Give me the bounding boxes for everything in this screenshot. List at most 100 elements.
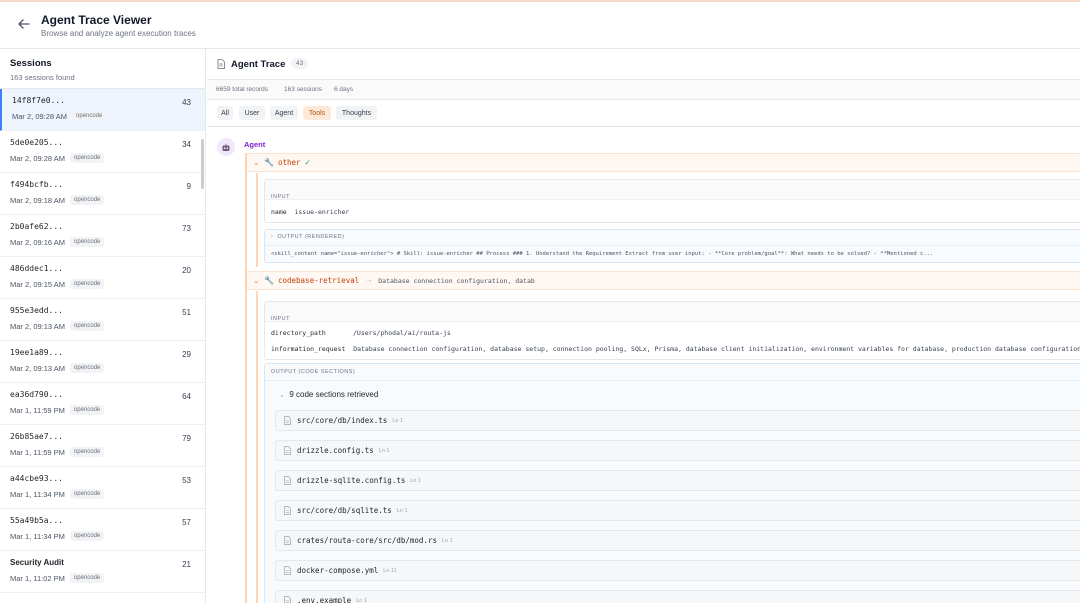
- tool1-output-box: › OUTPUT (RENDERED) <skill_content name=…: [264, 229, 1080, 263]
- stat-days: 6 days: [334, 86, 354, 93]
- param-key: name: [271, 208, 287, 216]
- trace-header: Agent Trace 43: [207, 49, 1080, 80]
- code-section-item[interactable]: src/core/db/sqlite.ts Ln 1: [275, 500, 1080, 521]
- code-file-path: crates/routa-core/src/db/mod.rs: [297, 536, 437, 545]
- session-source-tag: opencode: [69, 573, 105, 583]
- param-key: directory_path: [271, 329, 326, 337]
- session-date: Mar 1, 11:59 PM: [10, 447, 65, 457]
- file-icon: [284, 566, 291, 575]
- param-value: issue-enricher: [294, 208, 350, 216]
- sessions-count: 163 sessions found: [10, 73, 75, 82]
- app-title: Agent Trace Viewer: [41, 13, 152, 27]
- output-rendered-text: <skill_content name="issue-enricher"> # …: [271, 251, 934, 257]
- session-list: 14f8f7e0... 43 Mar 2, 09:28 AM opencode 5de0…: [0, 89, 205, 593]
- stats-bar: 6659 total records 163 sessions 6 days: [207, 80, 1080, 100]
- code-line-number: Ln 1: [356, 597, 367, 603]
- trace-count-badge: 43: [291, 58, 309, 69]
- session-source-tag: opencode: [69, 405, 105, 415]
- session-source-tag: opencode: [69, 489, 105, 499]
- code-section-item[interactable]: drizzle.config.ts Ln 1: [275, 440, 1080, 461]
- session-item[interactable]: 55a49b5a... 57 Mar 1, 11:34 PM opencode: [0, 509, 205, 551]
- code-file-path: drizzle-sqlite.config.ts: [297, 476, 406, 485]
- code-line-number: Ln 11: [383, 567, 397, 574]
- code-line-number: Ln 1: [396, 507, 408, 514]
- session-message-count: 57: [182, 518, 191, 527]
- session-item[interactable]: a44cbe93... 53 Mar 1, 11:34 PM opencode: [0, 467, 205, 509]
- session-date: Mar 1, 11:34 PM: [10, 489, 65, 499]
- chevron-down-icon: ⌄: [279, 392, 285, 399]
- code-section-item[interactable]: crates/routa-core/src/db/mod.rs Ln 1: [275, 530, 1080, 551]
- session-id: ea36d790...: [10, 390, 63, 399]
- session-item[interactable]: 14f8f7e0... 43 Mar 2, 09:28 AM opencode: [0, 89, 205, 131]
- session-id: 26b85ae7...: [10, 432, 63, 441]
- session-message-count: 51: [182, 308, 191, 317]
- session-message-count: 53: [182, 476, 191, 485]
- agent-avatar: [217, 138, 235, 156]
- session-message-count: 64: [182, 392, 191, 401]
- session-source-tag: opencode: [70, 153, 105, 163]
- tool-name: codebase-retrieval: [277, 276, 360, 285]
- session-item[interactable]: f494bcfb... 9 Mar 2, 09:18 AM opencode: [0, 173, 205, 215]
- session-id: 19ee1a89...: [10, 348, 63, 357]
- output-toggle[interactable]: › OUTPUT (RENDERED): [271, 234, 344, 240]
- session-id: 55a49b5a...: [10, 516, 63, 525]
- tool1-input-box: INPUT name issue-enricher: [264, 179, 1080, 223]
- session-meta: Mar 1, 11:02 PM opencode: [10, 573, 195, 583]
- file-icon: [284, 446, 291, 455]
- tool-call-codebase-retrieval[interactable]: ⌄ 🔧 codebase-retrieval → Database connec…: [247, 271, 1080, 290]
- code-line-number: Ln 1: [410, 477, 422, 484]
- file-icon: [284, 416, 291, 425]
- session-id: Security Audit: [10, 558, 64, 567]
- filter-thoughts[interactable]: Thoughts: [336, 106, 377, 120]
- session-item[interactable]: Security Audit 21 Mar 1, 11:02 PM opencode: [0, 551, 205, 593]
- session-message-count: 20: [182, 266, 191, 275]
- session-item[interactable]: 2b0afe62... 73 Mar 2, 09:16 AM opencode: [0, 215, 205, 257]
- session-item[interactable]: 5de0e205... 34 Mar 2, 09:28 AM opencode: [0, 131, 205, 173]
- code-section-item[interactable]: docker-compose.yml Ln 11: [275, 560, 1080, 581]
- sections-summary: 9 code sections retrieved: [289, 390, 379, 399]
- tool-name: other: [277, 158, 301, 167]
- session-item[interactable]: 26b85ae7... 79 Mar 1, 11:59 PM opencode: [0, 425, 205, 467]
- session-date: Mar 1, 11:34 PM: [10, 531, 65, 541]
- session-meta: Mar 1, 11:59 PM opencode: [10, 447, 195, 457]
- param-value: /Users/phodal/ai/routa-js: [353, 329, 451, 337]
- session-meta: Mar 1, 11:34 PM opencode: [10, 531, 195, 541]
- session-date: Mar 1, 11:02 PM: [10, 573, 65, 583]
- input-param-request: information_request Database connection …: [271, 345, 1080, 353]
- code-section-item[interactable]: src/core/db/index.ts Ln 1: [275, 410, 1080, 431]
- sessions-header: Sessions 163 sessions found: [0, 49, 205, 89]
- code-file-path: drizzle.config.ts: [297, 446, 374, 455]
- session-date: Mar 2, 09:28 AM: [12, 111, 68, 121]
- sessions-title: Sessions: [10, 58, 52, 69]
- filter-all[interactable]: All: [217, 106, 233, 120]
- session-id: 2b0afe62...: [10, 222, 63, 231]
- filter-tools[interactable]: Tools: [303, 106, 331, 120]
- code-file-path: docker-compose.yml: [297, 566, 379, 575]
- sidebar-scrollbar[interactable]: [201, 139, 204, 189]
- session-meta: Mar 2, 09:28 AM opencode: [12, 111, 195, 121]
- tool-call-other[interactable]: ⌄ 🔧 other ✓: [247, 153, 1080, 172]
- code-file-path: src/core/db/index.ts: [297, 416, 388, 425]
- file-icon: [284, 536, 291, 545]
- stat-records: 6659 total records: [216, 86, 269, 93]
- session-item[interactable]: 955e3edd... 51 Mar 2, 09:13 AM opencode: [0, 299, 205, 341]
- session-meta: Mar 1, 11:34 PM opencode: [10, 489, 195, 499]
- session-id: a44cbe93...: [10, 474, 63, 483]
- code-section-item[interactable]: drizzle-sqlite.config.ts Ln 1: [275, 470, 1080, 491]
- back-button[interactable]: [14, 14, 34, 34]
- code-section-item[interactable]: .env.example Ln 1: [275, 590, 1080, 603]
- chevron-down-icon: ⌄: [253, 158, 260, 167]
- wrench-icon: 🔧: [264, 276, 274, 285]
- session-date: Mar 2, 09:15 AM: [10, 279, 66, 289]
- filter-user[interactable]: User: [239, 106, 265, 120]
- tool2-thread-line: [256, 291, 258, 603]
- session-item[interactable]: ea36d790... 64 Mar 1, 11:59 PM opencode: [0, 383, 205, 425]
- session-item[interactable]: 486ddec1... 20 Mar 2, 09:15 AM opencode: [0, 257, 205, 299]
- filter-agent[interactable]: Agent: [270, 106, 298, 120]
- session-source-tag: opencode: [69, 531, 105, 541]
- document-icon: [217, 59, 225, 69]
- agent-bot-icon: [222, 143, 230, 151]
- sections-toggle[interactable]: ⌄ 9 code sections retrieved: [279, 390, 378, 399]
- trace-title: Agent Trace: [231, 59, 286, 70]
- session-item[interactable]: 19ee1a89... 29 Mar 2, 09:13 AM opencode: [0, 341, 205, 383]
